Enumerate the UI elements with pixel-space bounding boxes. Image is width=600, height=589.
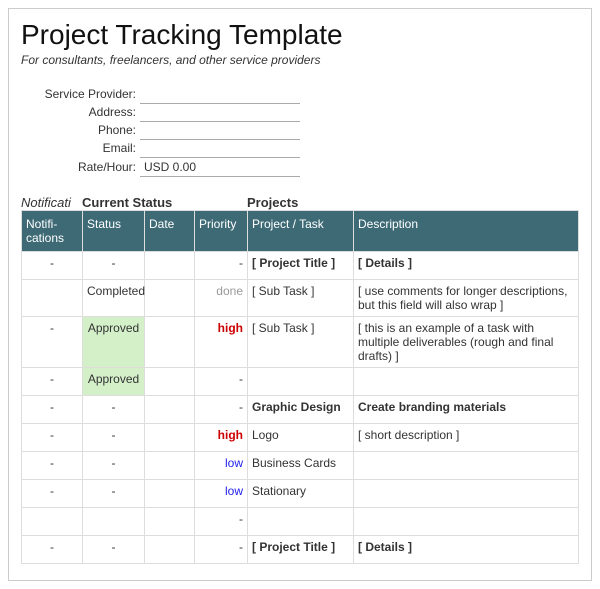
section-current-status: Current Status (82, 195, 247, 210)
cell-notif: - (22, 251, 83, 279)
cell-date (145, 451, 195, 479)
page-subtitle: For consultants, freelancers, and other … (21, 53, 579, 67)
cell-desc: [ Details ] (354, 535, 579, 563)
cell-status: Approved (83, 316, 145, 367)
cell-date (145, 395, 195, 423)
cell-notif: - (22, 423, 83, 451)
cell-task (248, 367, 354, 395)
data-row: Completed done[ Sub Task ][ use comments … (22, 279, 579, 316)
col-status: Status (83, 210, 145, 251)
label-rate: Rate/Hour: (21, 157, 140, 176)
data-row: - (22, 507, 579, 535)
col-notifications: Notifi-cations (22, 210, 83, 251)
data-row: -Approved- (22, 367, 579, 395)
cell-priority: - (195, 535, 248, 563)
value-email[interactable] (140, 139, 300, 157)
data-row: -- lowStationary (22, 479, 579, 507)
section-row: ---Graphic DesignCreate branding materia… (22, 395, 579, 423)
cell-priority: - (195, 395, 248, 423)
cell-task (248, 507, 354, 535)
cell-desc (354, 479, 579, 507)
cell-task: Graphic Design (248, 395, 354, 423)
cell-date (145, 316, 195, 367)
cell-desc: [ Details ] (354, 251, 579, 279)
cell-notif: - (22, 451, 83, 479)
cell-status: - (83, 451, 145, 479)
cell-date (145, 279, 195, 316)
col-priority: Priority (195, 210, 248, 251)
cell-task: [ Sub Task ] (248, 279, 354, 316)
cell-status: - (83, 535, 145, 563)
cell-task: [ Project Title ] (248, 251, 354, 279)
section-projects: Projects (247, 195, 579, 210)
cell-status: - (83, 423, 145, 451)
cell-desc: [ short description ] (354, 423, 579, 451)
cell-notif: - (22, 395, 83, 423)
page: Project Tracking Template For consultant… (8, 8, 592, 581)
cell-priority: - (195, 507, 248, 535)
page-title: Project Tracking Template (21, 19, 579, 51)
cell-priority: high (195, 423, 248, 451)
label-phone: Phone: (21, 121, 140, 139)
section-headers: Notificati Current Status Projects (21, 195, 579, 210)
label-email: Email: (21, 139, 140, 157)
cell-status: - (83, 479, 145, 507)
cell-desc (354, 367, 579, 395)
tracking-grid: Notifi-cations Status Date Priority Proj… (21, 210, 579, 564)
value-phone[interactable] (140, 121, 300, 139)
cell-priority: done (195, 279, 248, 316)
value-rate[interactable]: USD 0.00 (140, 157, 300, 176)
cell-notif: - (22, 535, 83, 563)
cell-desc (354, 451, 579, 479)
data-row: -- lowBusiness Cards (22, 451, 579, 479)
cell-date (145, 479, 195, 507)
cell-status: Completed (83, 279, 145, 316)
value-provider[interactable] (140, 85, 300, 103)
cell-status (83, 507, 145, 535)
cell-desc: [ this is an example of a task with mult… (354, 316, 579, 367)
cell-notif: - (22, 479, 83, 507)
cell-date (145, 507, 195, 535)
cell-status: - (83, 251, 145, 279)
cell-priority: low (195, 451, 248, 479)
cell-notif: - (22, 367, 83, 395)
cell-task: Business Cards (248, 451, 354, 479)
cell-desc: [ use comments for longer descriptions, … (354, 279, 579, 316)
value-address[interactable] (140, 103, 300, 121)
cell-status: - (83, 395, 145, 423)
cell-priority: high (195, 316, 248, 367)
label-address: Address: (21, 103, 140, 121)
grid-header-row: Notifi-cations Status Date Priority Proj… (22, 210, 579, 251)
label-provider: Service Provider: (21, 85, 140, 103)
cell-notif (22, 507, 83, 535)
cell-date (145, 251, 195, 279)
cell-priority: low (195, 479, 248, 507)
cell-task: [ Sub Task ] (248, 316, 354, 367)
cell-desc: Create branding materials (354, 395, 579, 423)
data-row: -- highLogo[ short description ] (22, 423, 579, 451)
col-desc: Description (354, 210, 579, 251)
section-row: ---[ Project Title ][ Details ] (22, 251, 579, 279)
section-notifications: Notificati (21, 195, 82, 210)
cell-priority: - (195, 367, 248, 395)
provider-info-table: Service Provider: Address: Phone: Email:… (21, 85, 300, 177)
cell-date (145, 423, 195, 451)
col-task: Project / Task (248, 210, 354, 251)
cell-status: Approved (83, 367, 145, 395)
cell-desc (354, 507, 579, 535)
cell-priority: - (195, 251, 248, 279)
cell-date (145, 535, 195, 563)
cell-date (145, 367, 195, 395)
cell-notif (22, 279, 83, 316)
col-date: Date (145, 210, 195, 251)
data-row: -Approved high[ Sub Task ][ this is an ex… (22, 316, 579, 367)
cell-task: Logo (248, 423, 354, 451)
cell-task: Stationary (248, 479, 354, 507)
cell-notif: - (22, 316, 83, 367)
cell-task: [ Project Title ] (248, 535, 354, 563)
section-row: ---[ Project Title ][ Details ] (22, 535, 579, 563)
